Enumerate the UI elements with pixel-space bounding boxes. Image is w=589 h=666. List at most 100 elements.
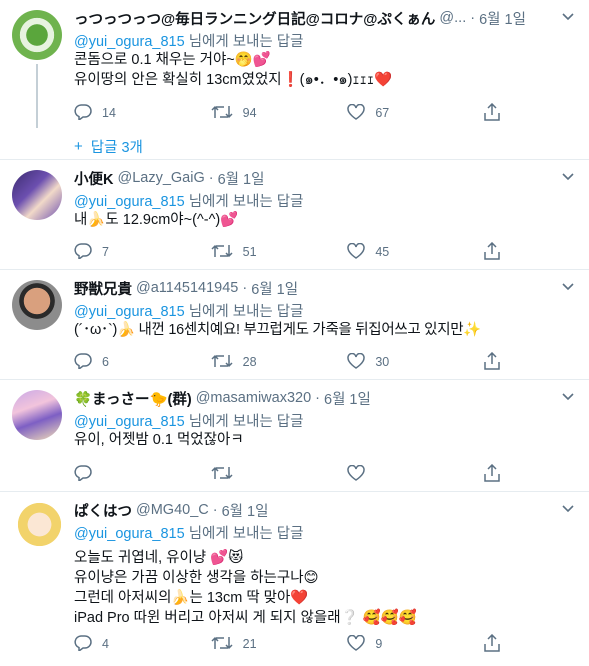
- reply-icon: [74, 634, 102, 654]
- mention-link[interactable]: @yui_ogura_815: [74, 414, 185, 430]
- chevron-down-icon[interactable]: [559, 170, 577, 184]
- retweet-icon: [211, 353, 243, 372]
- tweet-date[interactable]: 6월 1일: [222, 500, 269, 521]
- tweet-header: ぱくはつ @MG40_C · 6월 1일: [74, 500, 577, 520]
- retweet-button[interactable]: 94: [211, 103, 311, 123]
- tweet-text-line: 그런데 아저씨의🍌는 13cm 딱 맞아❤️: [74, 590, 309, 606]
- display-name[interactable]: 野獣兄貴: [74, 278, 132, 299]
- display-name[interactable]: っつっつっつ@毎日ランニング日記@コロナ@ぷくぁん: [74, 8, 435, 29]
- retweet-button[interactable]: 21: [211, 634, 311, 654]
- mention-link[interactable]: @yui_ogura_815: [74, 34, 185, 50]
- avatar[interactable]: [12, 170, 62, 220]
- user-handle[interactable]: @...: [439, 10, 466, 26]
- tweet-actions: 4 21 9: [74, 633, 504, 654]
- separator-dot: ·: [212, 502, 218, 518]
- user-handle[interactable]: @a1145141945: [136, 280, 238, 296]
- like-button[interactable]: 67: [347, 103, 447, 123]
- plus-icon: +: [74, 138, 83, 155]
- reply-button[interactable]: 7: [74, 242, 174, 262]
- retweet-button[interactable]: 28: [211, 352, 311, 372]
- like-button[interactable]: [347, 464, 447, 484]
- mention-link[interactable]: @yui_ogura_815: [74, 304, 185, 320]
- chevron-down-icon[interactable]: [559, 10, 577, 24]
- tweet-body: 🍀まっさー🐤(群) @masamiwax320 · 6월 1일 @yui_ogu…: [74, 388, 577, 450]
- tweet-body: っつっつっつ@毎日ランニング日記@コロナ@ぷくぁん @... · 6월 1일 @…: [74, 8, 577, 90]
- like-count: 30: [375, 355, 390, 369]
- reply-count: 14: [102, 106, 116, 120]
- tweet-date[interactable]: 6월 1일: [218, 168, 265, 189]
- reply-context-suffix: 님에게 보내는 답글: [184, 526, 304, 542]
- share-button[interactable]: [484, 241, 504, 262]
- tweet-actions: 6 28 30: [74, 351, 504, 372]
- share-button[interactable]: [484, 351, 504, 372]
- share-icon: [484, 241, 510, 263]
- tweet-text-line: iPad Pro 따윈 버리고 아저씨 게 되지 않을래❔ 🥰🥰🥰: [74, 610, 417, 626]
- reply-icon: [74, 464, 102, 484]
- like-count: 45: [375, 245, 390, 259]
- reply-button[interactable]: 4: [74, 634, 174, 654]
- tweet-actions: 7 51 45: [74, 241, 504, 262]
- display-name[interactable]: ぱくはつ: [74, 500, 132, 521]
- show-replies-link[interactable]: + 답글 3개: [74, 136, 143, 157]
- tweet[interactable]: 🍀まっさー🐤(群) @masamiwax320 · 6월 1일 @yui_ogu…: [0, 380, 589, 492]
- avatar[interactable]: [12, 280, 62, 330]
- tweet[interactable]: 野獣兄貴 @a1145141945 · 6월 1일 @yui_ogura_815…: [0, 270, 589, 380]
- retweet-icon: [211, 243, 243, 262]
- thread-line: [36, 64, 38, 128]
- reply-icon: [74, 352, 102, 372]
- avatar[interactable]: [12, 502, 62, 552]
- mention-link[interactable]: @yui_ogura_815: [74, 194, 185, 210]
- reply-context-suffix: 님에게 보내는 답글: [184, 414, 304, 430]
- avatar[interactable]: [12, 10, 62, 60]
- like-count: 67: [375, 106, 390, 120]
- share-button[interactable]: [484, 633, 504, 654]
- mention-link[interactable]: @yui_ogura_815: [74, 526, 185, 542]
- reply-button[interactable]: 14: [74, 103, 174, 123]
- like-button[interactable]: 30: [347, 352, 447, 372]
- reply-context: @yui_ogura_815 님에게 보내는 답글: [74, 300, 577, 320]
- reply-button[interactable]: 6: [74, 352, 174, 372]
- user-handle[interactable]: @Lazy_GaiG: [117, 170, 204, 186]
- chevron-down-icon[interactable]: [559, 390, 577, 404]
- tweet-text-line: 유이땅의 안은 확실히 13cm였었지❗(๑•．•๑)ｪｪｪ❤️: [74, 72, 393, 88]
- share-button[interactable]: [484, 102, 504, 123]
- tweet[interactable]: っつっつっつ@毎日ランニング日記@コロナ@ぷくぁん @... · 6월 1일 @…: [0, 0, 589, 160]
- tweet[interactable]: 小便K @Lazy_GaiG · 6월 1일 @yui_ogura_815 님에…: [0, 160, 589, 270]
- heart-icon: [347, 464, 375, 484]
- retweet-button[interactable]: 51: [211, 242, 311, 262]
- retweet-count: 51: [242, 245, 257, 259]
- reply-count: 6: [102, 355, 109, 369]
- tweet-header: 🍀まっさー🐤(群) @masamiwax320 · 6월 1일: [74, 388, 577, 408]
- avatar[interactable]: [12, 390, 62, 440]
- tweet-header: っつっつっつ@毎日ランニング日記@コロナ@ぷくぁん @... · 6월 1일: [74, 8, 577, 28]
- separator-dot: ·: [470, 10, 476, 26]
- tweet-text-line: 내🍌도 12.9cm야~(^-^)💕: [74, 212, 239, 228]
- tweet-date[interactable]: 6월 1일: [324, 388, 371, 409]
- tweet-date[interactable]: 6월 1일: [479, 8, 526, 29]
- retweet-count: 21: [242, 637, 257, 651]
- user-handle[interactable]: @masamiwax320: [196, 390, 311, 406]
- heart-icon: [347, 103, 375, 123]
- retweet-button[interactable]: [211, 464, 311, 484]
- reply-button[interactable]: [74, 464, 174, 484]
- share-button[interactable]: [484, 463, 504, 484]
- tweet-body: 小便K @Lazy_GaiG · 6월 1일 @yui_ogura_815 님에…: [74, 168, 577, 230]
- chevron-down-icon[interactable]: [559, 502, 577, 516]
- heart-icon: [347, 634, 375, 654]
- like-button[interactable]: 45: [347, 242, 447, 262]
- tweet[interactable]: ぱくはつ @MG40_C · 6월 1일 @yui_ogura_815 님에게 …: [0, 492, 589, 666]
- like-button[interactable]: 9: [347, 634, 447, 654]
- reply-icon: [74, 103, 102, 123]
- reply-context: @yui_ogura_815 님에게 보내는 답글: [74, 522, 577, 542]
- retweet-count: 28: [242, 355, 257, 369]
- like-count: 9: [375, 637, 383, 651]
- display-name[interactable]: 🍀まっさー🐤(群): [74, 388, 192, 409]
- tweet-date[interactable]: 6월 1일: [251, 278, 298, 299]
- tweet-body: ぱくはつ @MG40_C · 6월 1일 @yui_ogura_815 님에게 …: [74, 500, 577, 628]
- share-icon: [484, 351, 510, 373]
- retweet-icon: [211, 465, 243, 484]
- display-name[interactable]: 小便K: [74, 168, 113, 189]
- chevron-down-icon[interactable]: [559, 280, 577, 294]
- user-handle[interactable]: @MG40_C: [136, 502, 209, 518]
- share-icon: [484, 463, 510, 485]
